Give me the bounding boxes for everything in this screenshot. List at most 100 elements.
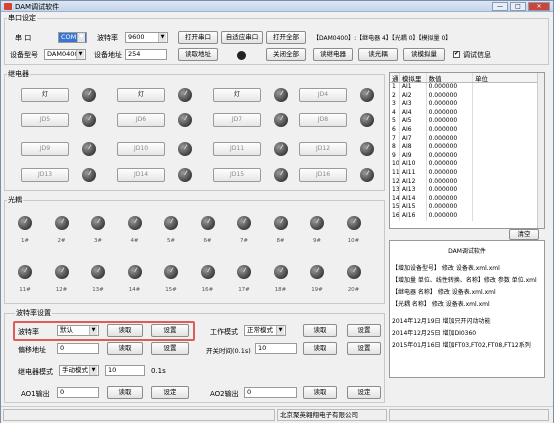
- close-all-button[interactable]: 关闭全部: [266, 48, 306, 61]
- relay-button-11[interactable]: JD11: [213, 142, 261, 156]
- table-row[interactable]: 4 AI4 0.000000: [390, 108, 544, 118]
- ao2-input[interactable]: 0: [244, 387, 297, 398]
- address-input[interactable]: 254: [125, 49, 167, 60]
- ao1-read-button[interactable]: 读取: [107, 386, 143, 399]
- table-cell: 1: [390, 83, 400, 92]
- mode-read-button[interactable]: 读取: [303, 324, 337, 337]
- relay-button-1[interactable]: 灯: [21, 88, 69, 102]
- read-relay-button[interactable]: 读继电器: [313, 48, 353, 61]
- relay-mode-select[interactable]: 手动模式 ▼: [59, 365, 99, 376]
- opto-indicator-icon: [164, 265, 178, 279]
- opto-label-13: 13#: [92, 287, 104, 293]
- table-cell: 5: [390, 117, 400, 126]
- auto-port-button[interactable]: 自适应串口: [221, 31, 263, 44]
- info-panel[interactable]: DAM调试软件 【增加设备型号】 修改 设备表.xml.xml 【增加量 单位、线…: [389, 240, 545, 378]
- table-row[interactable]: 13 AI13 0.000000: [390, 186, 544, 195]
- table-cell: [473, 134, 544, 144]
- mode-select[interactable]: 正常模式 ▼: [244, 325, 286, 336]
- maximize-button[interactable]: □: [510, 2, 526, 11]
- read-address-button[interactable]: 读取地址: [178, 48, 218, 61]
- table-cell: 0.000000: [427, 125, 473, 135]
- delay-input[interactable]: 10: [255, 343, 297, 354]
- baud-read-button[interactable]: 读取: [107, 324, 143, 337]
- opto-label-9: 9#: [312, 238, 322, 244]
- table-row[interactable]: 14 AI14 0.000000: [390, 194, 544, 204]
- offset-input[interactable]: 0: [57, 343, 99, 354]
- baud-select[interactable]: 9600 ▼: [125, 32, 168, 43]
- mode-set-button[interactable]: 设置: [347, 324, 381, 337]
- table-cell: [473, 91, 544, 101]
- relay-button-13[interactable]: JD13: [21, 168, 69, 182]
- table-row[interactable]: 7 AI7 0.000000: [390, 134, 544, 144]
- analog-table[interactable]: 通 模拟里 数值 单位 1 AI1 0.000000 2 AI2 0.000000 3 AI3…: [389, 72, 545, 229]
- relay-button-2[interactable]: 灯: [117, 88, 165, 102]
- relay-time-input[interactable]: 10: [105, 365, 145, 376]
- table-row[interactable]: 15 AI15 0.000000: [390, 203, 544, 212]
- baud-set-select[interactable]: 默认 ▼: [57, 325, 99, 336]
- table-cell: AI5: [400, 117, 427, 126]
- table-cell: [473, 83, 544, 92]
- table-row[interactable]: 16 AI16 0.000000: [390, 211, 544, 221]
- relay-button-6[interactable]: JD6: [117, 113, 165, 127]
- opto-indicator-icon: [310, 265, 324, 279]
- relay-indicator-icon: [82, 142, 96, 156]
- open-all-button[interactable]: 打开全部: [266, 31, 306, 44]
- table-cell: AI16: [400, 211, 427, 221]
- table-cell: 10: [392, 160, 400, 169]
- table-row[interactable]: 3 AI3 0.000000: [390, 100, 544, 109]
- baud-settings-title: 波特率设置: [15, 308, 52, 318]
- relay-button-16[interactable]: JD16: [299, 168, 347, 182]
- relay-button-4[interactable]: JD4: [299, 88, 347, 102]
- ao2-read-button[interactable]: 读取: [303, 386, 337, 399]
- relay-button-14[interactable]: JD14: [117, 168, 165, 182]
- info-line: 2014年12月25日 增加DI0360: [392, 330, 477, 337]
- table-scrollbar[interactable]: [537, 73, 544, 228]
- ao2-set-button[interactable]: 设定: [347, 386, 381, 399]
- open-port-button[interactable]: 打开串口: [178, 31, 218, 44]
- relay-button-8[interactable]: JD8: [299, 113, 347, 127]
- addr-label: 设备地址: [94, 51, 122, 59]
- table-row[interactable]: 11 AI11 0.000000: [390, 168, 544, 178]
- minimize-button[interactable]: —: [492, 2, 508, 11]
- table-row[interactable]: 5 AI5 0.000000: [390, 117, 544, 126]
- read-opto-button[interactable]: 读光耦: [358, 48, 398, 61]
- table-row[interactable]: 2 AI2 0.000000: [390, 91, 544, 101]
- relay-button-7[interactable]: JD7: [213, 113, 261, 127]
- opto-indicator-icon: [200, 265, 215, 279]
- ao1-set-button[interactable]: 设定: [151, 386, 189, 399]
- relay-button-9[interactable]: JD9: [21, 142, 69, 156]
- relay-button-10[interactable]: JD10: [117, 142, 165, 156]
- relay-button-3[interactable]: 灯: [213, 88, 261, 102]
- delay-read-button[interactable]: 读取: [303, 342, 337, 355]
- table-row[interactable]: 6 AI6 0.000000: [390, 125, 544, 135]
- model-select[interactable]: DAM0400 ▼: [44, 49, 86, 60]
- delay-set-button[interactable]: 设置: [347, 342, 381, 355]
- table-row[interactable]: 8 AI8 0.000000: [390, 143, 544, 152]
- relay-button-12[interactable]: JD12: [299, 142, 347, 156]
- read-analog-button[interactable]: 读模拟量: [403, 48, 445, 61]
- clear-button[interactable]: 清空: [509, 229, 539, 240]
- baud-label: 波特率: [97, 34, 118, 42]
- table-cell: AI9: [400, 151, 427, 161]
- table-cell: [473, 117, 544, 126]
- offset-read-button[interactable]: 读取: [107, 342, 143, 355]
- relay-indicator-icon: [82, 168, 96, 182]
- close-button[interactable]: ✕: [528, 2, 550, 11]
- table-row[interactable]: 1 AI1 0.000000: [390, 83, 544, 92]
- table-cell: [473, 177, 544, 187]
- port-select[interactable]: COM1 ▼: [58, 32, 87, 43]
- table-row[interactable]: 9 AI9 0.000000: [390, 151, 544, 161]
- baud-set-button[interactable]: 设置: [151, 324, 189, 337]
- relay-button-5[interactable]: JD5: [21, 113, 69, 127]
- table-cell: AI10: [400, 160, 427, 169]
- ao1-input[interactable]: 0: [57, 387, 99, 398]
- opto-label-6: 6#: [203, 238, 212, 244]
- table-cell: AI4: [400, 108, 427, 118]
- table-row[interactable]: 10 AI10 0.000000: [390, 160, 544, 169]
- table-row[interactable]: 12 AI12 0.000000: [390, 177, 544, 187]
- relay-button-15[interactable]: JD15: [213, 168, 261, 182]
- debug-checkbox[interactable]: [453, 50, 460, 58]
- table-cell: [473, 194, 544, 204]
- relay-indicator-icon: [178, 168, 192, 182]
- offset-set-button[interactable]: 设置: [151, 342, 189, 355]
